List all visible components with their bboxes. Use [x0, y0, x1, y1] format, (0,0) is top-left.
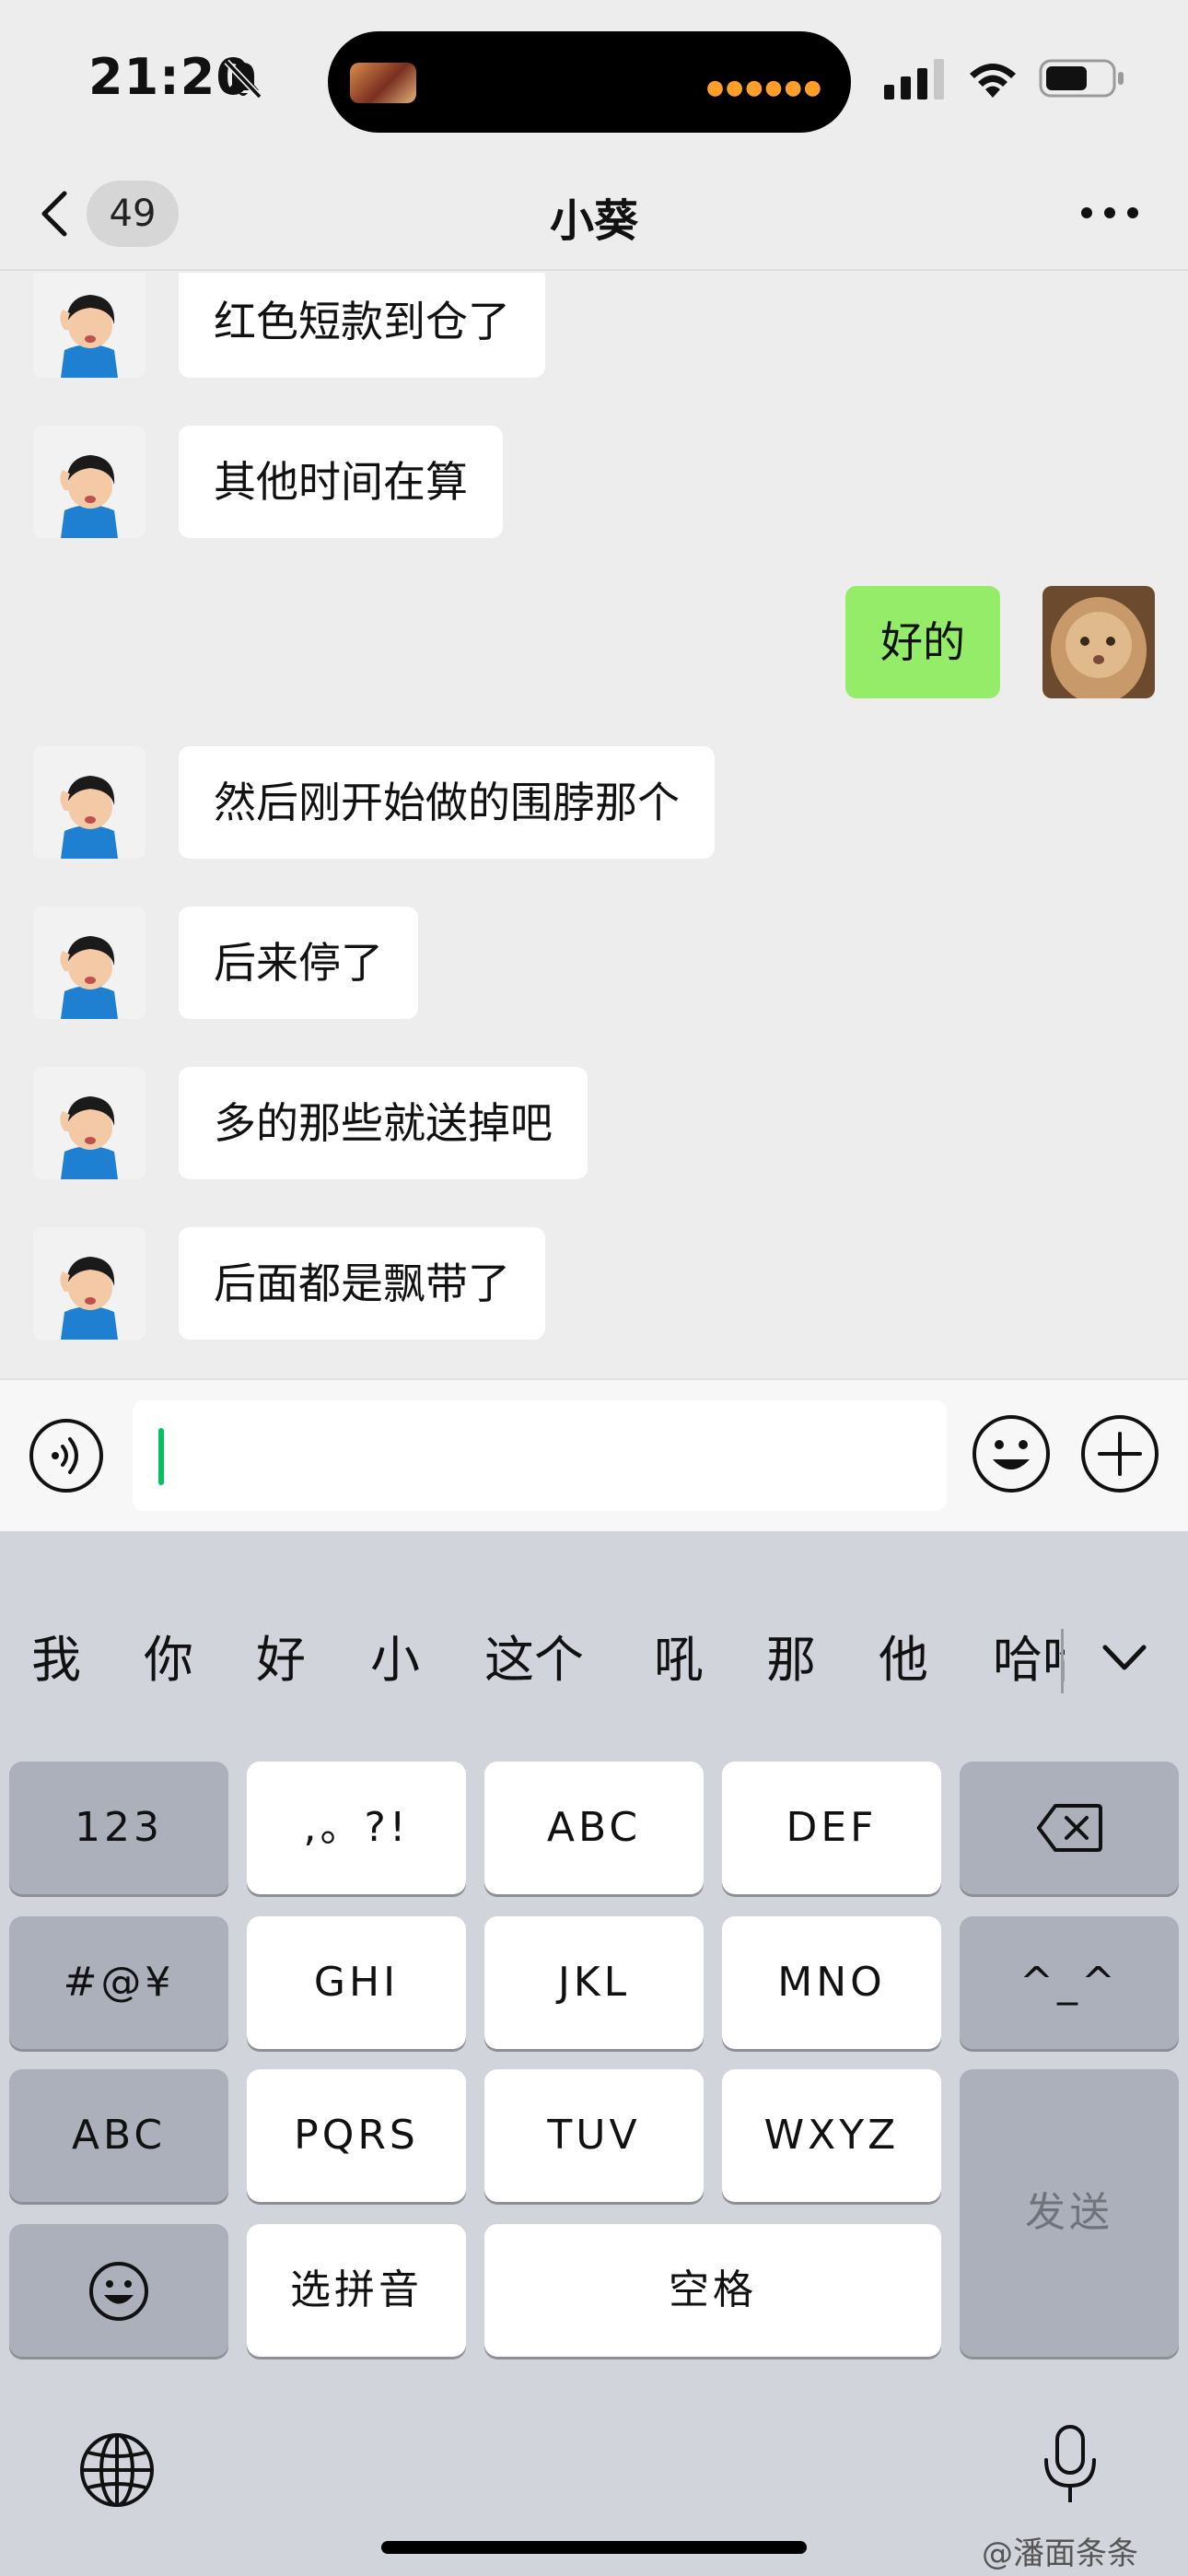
contact-avatar[interactable]	[33, 273, 146, 378]
contact-avatar[interactable]	[33, 426, 146, 538]
key-ghi[interactable]: GHI	[247, 1916, 466, 2049]
globe-icon[interactable]	[77, 2430, 157, 2510]
message-bubble[interactable]: 红色短款到仓了	[179, 273, 545, 378]
message-bubble[interactable]: 然后刚开始做的围脖那个	[179, 746, 715, 859]
more-options-icon[interactable]	[1077, 199, 1142, 227]
emoji-icon[interactable]	[971, 1413, 1052, 1494]
text-caret	[158, 1428, 164, 1485]
wifi-icon	[970, 64, 1016, 98]
key-jkl[interactable]: JKL	[484, 1916, 704, 2049]
candidate-word[interactable]: 他	[879, 1616, 928, 1704]
candidate-word-truncated[interactable]: 哈哈	[985, 1616, 1065, 1704]
message-row: 好的	[0, 586, 1188, 698]
child-portrait-icon	[33, 1067, 146, 1179]
plus-icon[interactable]	[1079, 1413, 1160, 1494]
contact-avatar[interactable]	[33, 746, 146, 859]
battery-icon	[1039, 59, 1124, 98]
key-kaomoji[interactable]: ^_^	[960, 1916, 1179, 2049]
send-key[interactable]: 发送	[960, 2069, 1179, 2357]
child-portrait-icon	[33, 426, 146, 538]
candidate-word[interactable]: 那	[766, 1616, 816, 1704]
candidate-word[interactable]: 好	[256, 1616, 306, 1704]
microphone-icon[interactable]	[1041, 2423, 1100, 2508]
key-select-pinyin[interactable]: 选拼音	[247, 2224, 466, 2357]
child-portrait-icon	[33, 1227, 146, 1340]
key-emoji[interactable]	[9, 2224, 228, 2357]
cat-photo-icon	[1042, 586, 1155, 698]
key-def[interactable]: DEF	[722, 1762, 941, 1894]
message-input[interactable]	[133, 1400, 947, 1511]
contact-avatar[interactable]	[33, 907, 146, 1019]
message-bubble[interactable]: 其他时间在算	[179, 426, 503, 538]
keyboard: 我 你 好 小 这个 吼 那 他 哈哈	[0, 1531, 1188, 2576]
my-avatar[interactable]	[1042, 586, 1155, 698]
key-abc-switch[interactable]: ABC	[9, 2069, 228, 2202]
backspace-icon	[1037, 1804, 1102, 1852]
candidate-word[interactable]: 小	[370, 1616, 420, 1704]
contact-avatar[interactable]	[33, 1227, 146, 1340]
message-row: 后来停了	[0, 907, 1188, 1019]
key-abc[interactable]: ABC	[484, 1762, 704, 1894]
back-button[interactable]: 49	[37, 179, 184, 249]
unread-count-badge: 49	[87, 181, 179, 247]
my-message-bubble[interactable]: 好的	[845, 586, 1000, 698]
silent-bell-icon	[224, 59, 262, 100]
key-mno[interactable]: MNO	[722, 1916, 941, 2049]
message-list[interactable]: 红色短款到仓了 其他时间在算 好的 然后刚开始做的围脖那个 后来停了 多的那些就…	[0, 273, 1188, 1378]
key-tuv[interactable]: TUV	[484, 2069, 704, 2202]
message-input-bar	[0, 1378, 1188, 1531]
candidate-word[interactable]: 吼	[654, 1616, 704, 1704]
voice-input-icon[interactable]	[28, 1417, 105, 1494]
dynamic-island: ●●●●●●	[328, 31, 851, 133]
message-row: 红色短款到仓了	[0, 273, 1188, 378]
chevron-left-icon	[41, 191, 67, 237]
audio-activity-icon: ●●●●●●	[705, 76, 823, 100]
key-pqrs[interactable]: PQRS	[247, 2069, 466, 2202]
candidate-word[interactable]: 我	[31, 1616, 81, 1704]
message-bubble[interactable]: 后面都是飘带了	[179, 1227, 545, 1340]
home-indicator[interactable]	[381, 2541, 807, 2554]
message-bubble[interactable]: 后来停了	[179, 907, 418, 1019]
child-portrait-icon	[33, 907, 146, 1019]
candidate-bar: 我 你 好 小 这个 吼 那 他 哈哈	[0, 1616, 1188, 1704]
message-bubble[interactable]: 多的那些就送掉吧	[179, 1067, 588, 1179]
message-row: 然后刚开始做的围脖那个	[0, 746, 1188, 859]
message-row: 后面都是飘带了	[0, 1227, 1188, 1340]
watermark: @潘面条条	[982, 2535, 1138, 2572]
message-row: 多的那些就送掉吧	[0, 1067, 1188, 1179]
chevron-down-icon[interactable]	[1100, 1640, 1149, 1677]
key-punctuation[interactable]: ,。?!	[247, 1762, 466, 1894]
key-numbers[interactable]: 123	[9, 1762, 228, 1894]
status-bar: 21:20 ●●●●●●	[0, 0, 1188, 157]
candidate-divider	[1061, 1629, 1064, 1693]
contact-avatar[interactable]	[33, 1067, 146, 1179]
key-wxyz[interactable]: WXYZ	[722, 2069, 941, 2202]
cellular-signal-icon	[884, 59, 944, 100]
emoji-icon	[89, 2262, 148, 2321]
chat-title: 小葵	[549, 195, 638, 247]
child-portrait-icon	[33, 273, 146, 378]
key-symbols[interactable]: #@¥	[9, 1916, 228, 2049]
child-portrait-icon	[33, 746, 146, 859]
message-row: 其他时间在算	[0, 426, 1188, 538]
candidate-word[interactable]: 这个	[484, 1616, 584, 1704]
key-space[interactable]: 空格	[484, 2224, 941, 2357]
now-playing-thumbnail	[350, 63, 416, 103]
chat-header: 49 小葵	[0, 157, 1188, 271]
key-backspace[interactable]	[960, 1762, 1179, 1894]
candidate-word[interactable]: 你	[144, 1616, 193, 1704]
